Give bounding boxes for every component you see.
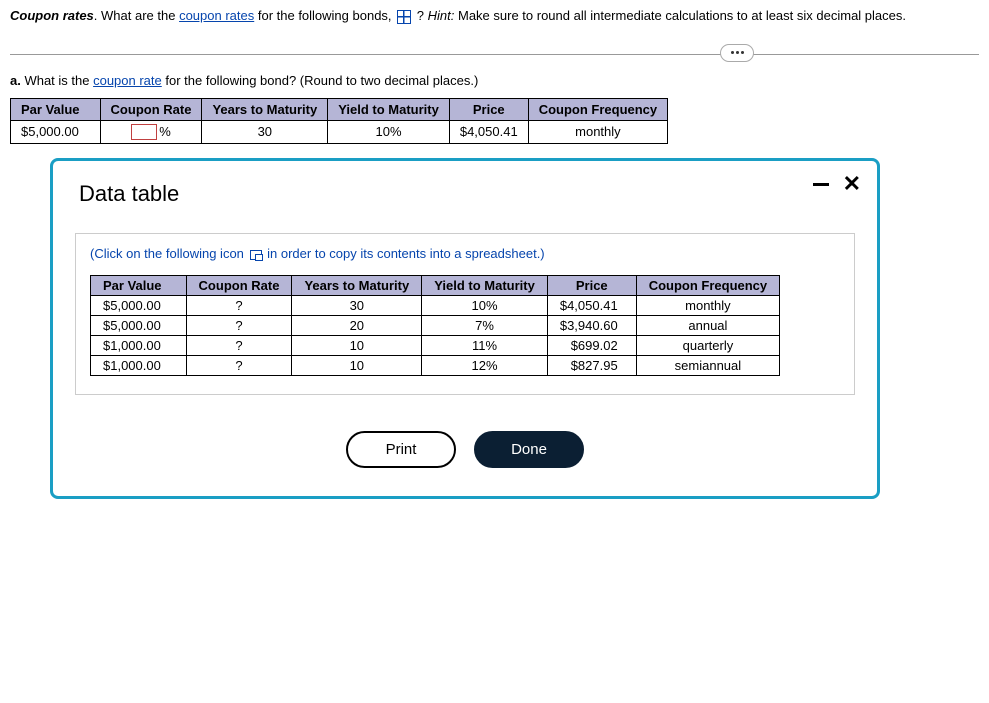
dt-freq: annual <box>636 316 779 336</box>
main-freq: monthly <box>528 120 667 144</box>
main-th-coupon: Coupon Rate <box>100 98 202 120</box>
hint-text: Make sure to round all intermediate calc… <box>454 8 906 23</box>
dt-ytm: 11% <box>422 336 548 356</box>
coupon-rate-input[interactable] <box>131 124 157 140</box>
popup-instr-prefix: (Click on the following icon <box>90 246 248 261</box>
main-coupon-cell: % <box>100 120 202 144</box>
popup-content: (Click on the following icon in order to… <box>75 233 855 395</box>
dt-coupon: ? <box>186 336 292 356</box>
dt-price: $827.95 <box>547 356 636 376</box>
intro-qmark: ? <box>417 8 424 23</box>
table-row: $1,000.00 ? 10 11% $699.02 quarterly <box>91 336 780 356</box>
print-button[interactable]: Print <box>346 431 456 468</box>
dt-th-freq: Coupon Frequency <box>636 276 779 296</box>
popup-instr-suffix: in order to copy its contents into a spr… <box>264 246 545 261</box>
main-th-ytm: Yield to Maturity <box>328 98 450 120</box>
dt-years: 10 <box>292 356 422 376</box>
main-th-years: Years to Maturity <box>202 98 328 120</box>
dt-th-ytm: Yield to Maturity <box>422 276 548 296</box>
part-a-prompt: a. What is the coupon rate for the follo… <box>10 73 979 88</box>
dt-par: $1,000.00 <box>91 336 187 356</box>
dt-ytm: 10% <box>422 296 548 316</box>
dt-par: $5,000.00 <box>91 316 187 336</box>
dt-years: 30 <box>292 296 422 316</box>
data-table: Par Value Coupon Rate Years to Maturity … <box>90 275 780 376</box>
dt-coupon: ? <box>186 296 292 316</box>
dt-th-price: Price <box>547 276 636 296</box>
coupon-rates-link[interactable]: coupon rates <box>179 8 254 23</box>
part-a-suffix: for the following bond? (Round to two de… <box>162 73 479 88</box>
question-intro: Coupon rates. What are the coupon rates … <box>10 8 979 24</box>
dt-years: 10 <box>292 336 422 356</box>
intro-mid: for the following bonds, <box>254 8 395 23</box>
spreadsheet-icon[interactable] <box>397 10 411 24</box>
part-a-label: a. <box>10 73 21 88</box>
main-bond-table: Par Value Coupon Rate Years to Maturity … <box>10 98 668 145</box>
popup-title: Data table <box>79 181 855 207</box>
dt-th-coupon: Coupon Rate <box>186 276 292 296</box>
table-row: $5,000.00 ? 30 10% $4,050.41 monthly <box>91 296 780 316</box>
dt-par: $5,000.00 <box>91 296 187 316</box>
main-par: $5,000.00 <box>11 120 101 144</box>
data-table-popup: ✕ Data table (Click on the following ico… <box>50 158 880 499</box>
dt-coupon: ? <box>186 316 292 336</box>
dt-years: 20 <box>292 316 422 336</box>
part-a-prefix: What is the <box>21 73 93 88</box>
section-divider <box>10 54 979 55</box>
minimize-icon[interactable] <box>813 183 829 186</box>
more-options-pill[interactable] <box>720 44 754 62</box>
dt-price: $3,940.60 <box>547 316 636 336</box>
hint-label: Hint: <box>428 8 455 23</box>
intro-title: Coupon rates <box>10 8 94 23</box>
dt-ytm: 7% <box>422 316 548 336</box>
dt-th-years: Years to Maturity <box>292 276 422 296</box>
copy-icon[interactable] <box>250 250 262 260</box>
dt-th-par: Par Value <box>91 276 187 296</box>
dt-price: $699.02 <box>547 336 636 356</box>
main-price: $4,050.41 <box>449 120 528 144</box>
dt-price: $4,050.41 <box>547 296 636 316</box>
main-th-price: Price <box>449 98 528 120</box>
dt-freq: semiannual <box>636 356 779 376</box>
dt-freq: quarterly <box>636 336 779 356</box>
dt-ytm: 12% <box>422 356 548 376</box>
main-th-freq: Coupon Frequency <box>528 98 667 120</box>
dt-coupon: ? <box>186 356 292 376</box>
popup-instruction: (Click on the following icon in order to… <box>90 246 840 261</box>
main-table-row: $5,000.00 % 30 10% $4,050.41 monthly <box>11 120 668 144</box>
dt-freq: monthly <box>636 296 779 316</box>
main-years: 30 <box>202 120 328 144</box>
close-icon[interactable]: ✕ <box>843 173 861 195</box>
dt-par: $1,000.00 <box>91 356 187 376</box>
table-row: $1,000.00 ? 10 12% $827.95 semiannual <box>91 356 780 376</box>
main-th-par: Par Value <box>11 98 101 120</box>
done-button[interactable]: Done <box>474 431 584 468</box>
intro-prefix: . What are the <box>94 8 179 23</box>
main-ytm: 10% <box>328 120 450 144</box>
table-row: $5,000.00 ? 20 7% $3,940.60 annual <box>91 316 780 336</box>
coupon-suffix: % <box>159 124 171 139</box>
coupon-rate-link[interactable]: coupon rate <box>93 73 162 88</box>
